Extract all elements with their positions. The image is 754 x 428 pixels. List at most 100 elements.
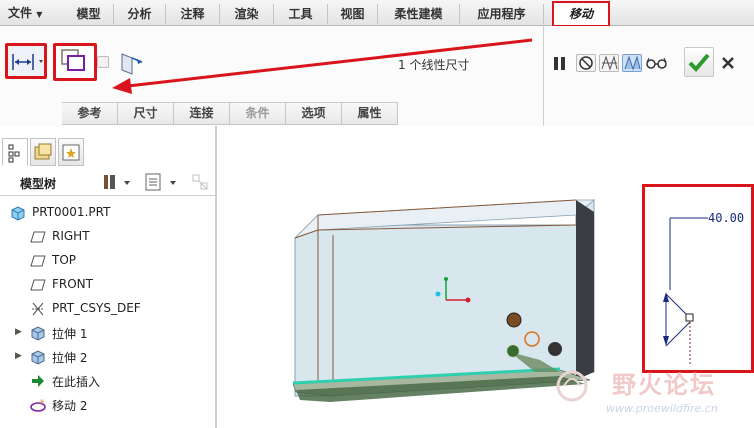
linear-dimension-button[interactable] [5,43,47,79]
no-preview-button[interactable] [576,54,596,72]
tab-label: 注释 [180,7,205,21]
preview-mesh-icon [601,55,618,71]
tree-item-label: PRT0001.PRT [32,205,111,219]
option-checkbox[interactable] [97,56,109,68]
extrude-icon [31,326,45,341]
tree-item-extrude-1[interactable]: ▶ 拉伸 1 [0,322,215,344]
rotate-move-button[interactable] [53,43,97,81]
tree-item-label: FRONT [52,277,93,291]
dimension-value-text[interactable]: 40.00 [708,211,744,225]
verify-button[interactable] [645,54,669,72]
tree-item-part[interactable]: PRT0001.PRT [0,202,215,224]
glasses-icon [646,57,667,69]
tree-item-label: 拉伸 1 [52,327,88,341]
tree-item-label: 拉伸 2 [52,351,88,365]
model-tree-title: 模型树 [20,177,57,191]
tab-label: 工具 [288,7,313,21]
rotate-surface-icon [61,49,85,71]
tab-move-active[interactable]: 移动 [552,1,610,27]
tree-item-front[interactable]: FRONT [0,274,215,296]
flip-direction-icon [121,53,143,75]
expand-arrow-icon[interactable]: ▶ [15,351,22,361]
tab-label: 应用程序 [477,7,526,21]
tab-analysis[interactable]: 分析 [114,4,166,24]
subtab-properties[interactable]: 属性 [342,103,398,125]
tab-view[interactable]: 视图 [328,4,378,24]
tree-item-csys[interactable]: PRT_CSYS_DEF [0,298,215,320]
tab-model-tree[interactable] [2,138,28,166]
subtab-label: 选项 [301,106,326,120]
no-preview-icon [579,56,593,70]
show-filters-button[interactable] [144,172,180,192]
datum-plane-icon [30,255,46,267]
tab-tools[interactable]: 工具 [274,4,328,24]
folder-icon [34,143,52,160]
favorites-icon [62,144,80,161]
subtab-conditions: 条件 [230,103,286,125]
preview-shaded-button[interactable] [622,54,642,72]
dimension-count-status: 1 个线性尺寸 [398,58,470,72]
watermark-logo-icon [556,370,588,402]
tree-settings-button[interactable] [102,172,132,192]
tree-item-label: RIGHT [52,229,90,243]
pause-button[interactable] [552,54,568,72]
accept-button[interactable] [684,47,714,77]
tree-filter-button[interactable] [190,172,212,192]
tree-item-label: PRT_CSYS_DEF [52,301,141,315]
tab-flexible-modeling[interactable]: 柔性建模 [378,4,460,24]
subtab-label: 尺寸 [133,106,158,120]
tree-item-insert-here[interactable]: 在此插入 [0,370,215,392]
model-tree-icon [8,144,20,163]
subtab-references[interactable]: 参考 [62,103,118,125]
subtab-options[interactable]: 选项 [286,103,342,125]
move-feature-icon: ✳ [30,398,46,412]
tab-label: 移动 [568,7,593,21]
dashboard-subtabs: 参考 尺寸 连接 条件 选项 属性 [62,102,398,125]
tab-favorites[interactable] [58,138,84,166]
tab-label: 渲染 [234,7,259,21]
insert-here-icon [32,375,44,387]
subtab-label: 连接 [189,106,214,120]
tab-render[interactable]: 渲染 [220,4,274,24]
file-menu[interactable]: 文件 ▼ [4,4,46,22]
subtab-label: 条件 [245,106,270,120]
extrude-icon [31,350,45,365]
preview-shaded-icon [624,55,641,71]
tree-item-label: 移动 2 [52,399,88,413]
tab-annotate[interactable]: 注释 [166,4,220,24]
watermark-url: www.proewildfire.cn [606,402,718,415]
subtab-connect[interactable]: 连接 [174,103,230,125]
tree-item-right[interactable]: RIGHT [0,226,215,248]
tab-label: 视图 [340,7,365,21]
close-icon [722,57,734,69]
tree-item-move-2[interactable]: ✳ 移动 2 [0,394,215,416]
tab-applications[interactable]: 应用程序 [460,4,544,24]
tab-label: 分析 [127,7,152,21]
model-tree-header: 模型树 [0,168,215,196]
subtab-label: 属性 [357,106,382,120]
svg-text:✳: ✳ [39,398,45,406]
datum-plane-icon [30,231,46,243]
tab-model[interactable]: 模型 [64,4,114,24]
preview-mesh-button[interactable] [599,54,619,72]
tree-item-top[interactable]: TOP [0,250,215,272]
part-icon [11,206,25,221]
tab-label: 柔性建模 [394,7,443,21]
ribbon-tab-bar: 文件 ▼ 模型 分析 注释 渲染 工具 视图 柔性建模 应用程序 移动 [0,0,754,27]
csys-icon [32,302,44,316]
file-menu-label: 文件 [8,6,33,20]
flip-direction-button[interactable] [118,50,146,76]
tree-item-label: TOP [52,253,77,267]
linear-dimension-icon [12,54,43,70]
tree-item-label: 在此插入 [52,375,101,389]
watermark-text: 野火论坛 [612,371,716,399]
pause-icon [554,57,565,70]
chevron-down-icon: ▼ [36,10,43,19]
subtab-label: 参考 [77,106,102,120]
cancel-button[interactable] [718,52,738,74]
subtab-dimensions[interactable]: 尺寸 [118,103,174,125]
tree-item-extrude-2[interactable]: ▶ 拉伸 2 [0,346,215,368]
expand-arrow-icon[interactable]: ▶ [15,327,22,337]
tab-folder-browser[interactable] [30,138,56,166]
tab-label: 模型 [76,7,101,21]
